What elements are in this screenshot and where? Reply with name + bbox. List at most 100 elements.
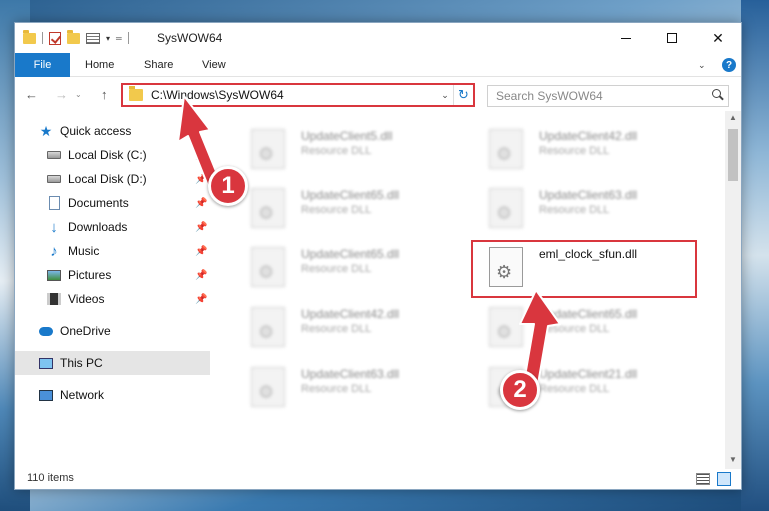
pin-icon[interactable]: 📌 — [195, 222, 207, 233]
address-bar[interactable]: C:\Windows\SysWOW64 ⌄ ↻ — [121, 83, 475, 107]
item-count: 110 items — [27, 472, 74, 484]
chevron-down-icon[interactable]: ▾ — [106, 34, 110, 43]
scroll-thumb[interactable] — [728, 129, 738, 181]
step-badge-2: 2 — [500, 370, 540, 410]
music-icon: ♪ — [50, 242, 58, 260]
large-icons-view-icon[interactable] — [717, 472, 731, 486]
details-view-icon[interactable] — [696, 473, 710, 485]
search-input[interactable]: Search SysWOW64 — [496, 89, 708, 103]
forward-arrow-icon[interactable]: → — [55, 87, 68, 102]
step-badge-1: 1 — [208, 166, 248, 206]
file-name: UpdateClient65.dll — [301, 188, 400, 202]
file-type: Resource DLL — [539, 383, 610, 395]
sidebar-item-videos[interactable]: Videos 📌 — [15, 287, 210, 311]
sidebar-item-label: This PC — [60, 356, 103, 370]
navigation-bar: ← → ⌄ ↑ C:\Windows\SysWOW64 ⌄ ↻ Search S… — [15, 79, 741, 111]
sidebar-item-music[interactable]: ♪ Music 📌 — [15, 239, 210, 263]
sidebar-item-label: Local Disk (D:) — [68, 172, 147, 186]
properties-check-icon[interactable] — [49, 31, 61, 45]
dll-file-icon — [489, 307, 523, 347]
minimize-button[interactable] — [603, 23, 649, 53]
sidebar-item-onedrive[interactable]: OneDrive — [15, 319, 210, 343]
expand-ribbon-icon[interactable]: ⌄ — [698, 60, 706, 71]
back-arrow-icon[interactable]: ← — [25, 87, 38, 102]
file-name: UpdateClient65.dll — [539, 307, 638, 321]
file-name: UpdateClient63.dll — [539, 188, 638, 202]
file-name: UpdateClient42.dll — [301, 307, 400, 321]
folder-icon[interactable] — [23, 29, 36, 44]
rename-icon[interactable] — [86, 32, 100, 44]
toolbar-divider — [127, 32, 129, 44]
sidebar-item-label: Network — [60, 388, 105, 402]
sidebar-item-this-pc[interactable]: This PC — [15, 351, 210, 375]
file-type: Resource DLL — [301, 383, 372, 395]
download-icon: ↓ — [50, 218, 58, 236]
vertical-scrollbar[interactable]: ▲ ▼ — [725, 111, 741, 469]
sidebar-item-label: Quick access — [60, 124, 132, 138]
pin-icon[interactable]: 📌 — [195, 294, 207, 305]
toolbar-divider — [42, 32, 43, 44]
file-name: UpdateClient21.dll — [539, 367, 638, 381]
highlight-box — [471, 240, 697, 298]
sidebar-item-local-disk-c[interactable]: Local Disk (C:) 📌 — [15, 143, 210, 167]
tab-file[interactable]: File — [15, 53, 70, 77]
scroll-down-icon[interactable]: ▼ — [729, 455, 737, 464]
file-type: Resource DLL — [301, 323, 372, 335]
pc-icon — [39, 356, 53, 370]
refresh-icon[interactable]: ↻ — [453, 85, 473, 105]
scroll-up-icon[interactable]: ▲ — [729, 113, 737, 122]
tab-share[interactable]: Share — [144, 53, 173, 77]
help-icon[interactable]: ? — [722, 58, 736, 72]
pin-icon[interactable]: 📌 — [195, 150, 207, 161]
search-icon[interactable] — [708, 86, 728, 106]
maximize-button[interactable] — [649, 23, 695, 53]
dll-file-icon — [251, 367, 285, 407]
sidebar-item-documents[interactable]: Documents 📌 — [15, 191, 210, 215]
file-explorer-window: ▾ ═ SysWOW64 ✕ File Home Share View ⌄ ? … — [14, 22, 742, 490]
file-tile[interactable]: UpdateClient63.dll Resource DLL — [471, 180, 681, 234]
customize-toolbar-icon[interactable]: ═ — [116, 34, 122, 43]
recent-locations-icon[interactable]: ⌄ — [75, 90, 82, 99]
file-tile[interactable]: UpdateClient65.dll Resource DLL — [233, 239, 443, 293]
up-arrow-icon[interactable]: ↑ — [101, 87, 108, 102]
dll-file-icon — [251, 307, 285, 347]
pin-icon[interactable]: 📌 — [195, 198, 207, 209]
file-tile[interactable]: UpdateClient42.dll Resource DLL — [233, 299, 443, 353]
navigation-pane: ★ Quick access Local Disk (C:) 📌 Local D… — [15, 119, 210, 469]
pin-icon[interactable]: 📌 — [195, 246, 207, 257]
address-path[interactable]: C:\Windows\SysWOW64 — [151, 88, 437, 102]
star-icon: ★ — [39, 122, 53, 139]
sidebar-item-quick-access[interactable]: ★ Quick access — [15, 119, 210, 143]
sidebar-item-label: Local Disk (C:) — [68, 148, 147, 162]
file-name: UpdateClient63.dll — [301, 367, 400, 381]
tab-view[interactable]: View — [202, 53, 226, 77]
file-tile[interactable]: UpdateClient65.dll Resource DLL — [233, 180, 443, 234]
sidebar-item-downloads[interactable]: ↓ Downloads 📌 — [15, 215, 210, 239]
dll-file-icon — [251, 188, 285, 228]
status-bar: 110 items — [15, 469, 741, 489]
close-button[interactable]: ✕ — [695, 23, 741, 53]
file-type: Resource DLL — [301, 145, 372, 157]
dll-file-icon — [489, 129, 523, 169]
desktop-background-right — [741, 0, 769, 511]
title-bar: ▾ ═ SysWOW64 ✕ — [15, 23, 741, 53]
new-folder-icon[interactable] — [67, 29, 80, 44]
tab-home[interactable]: Home — [85, 53, 114, 77]
sidebar-item-label: Documents — [68, 196, 129, 210]
file-tile[interactable]: UpdateClient5.dll Resource DLL — [233, 121, 443, 175]
ribbon-tabs: File Home Share View ⌄ ? — [15, 53, 741, 77]
file-tile[interactable]: UpdateClient63.dll Resource DLL — [233, 359, 443, 413]
file-tile[interactable]: UpdateClient42.dll Resource DLL — [471, 121, 681, 175]
file-tile[interactable]: UpdateClient65.dll Resource DLL — [471, 299, 681, 353]
sidebar-item-network[interactable]: Network — [15, 383, 210, 407]
search-box[interactable]: Search SysWOW64 — [487, 85, 729, 107]
maximize-icon — [667, 33, 677, 43]
sidebar-item-pictures[interactable]: Pictures 📌 — [15, 263, 210, 287]
sidebar-item-label: OneDrive — [60, 324, 111, 338]
chevron-down-icon[interactable]: ⌄ — [437, 90, 453, 101]
pin-icon[interactable]: 📌 — [195, 174, 207, 185]
file-type: Resource DLL — [539, 204, 610, 216]
pin-icon[interactable]: 📌 — [195, 270, 207, 281]
file-type: Resource DLL — [539, 145, 610, 157]
sidebar-item-local-disk-d[interactable]: Local Disk (D:) 📌 — [15, 167, 210, 191]
